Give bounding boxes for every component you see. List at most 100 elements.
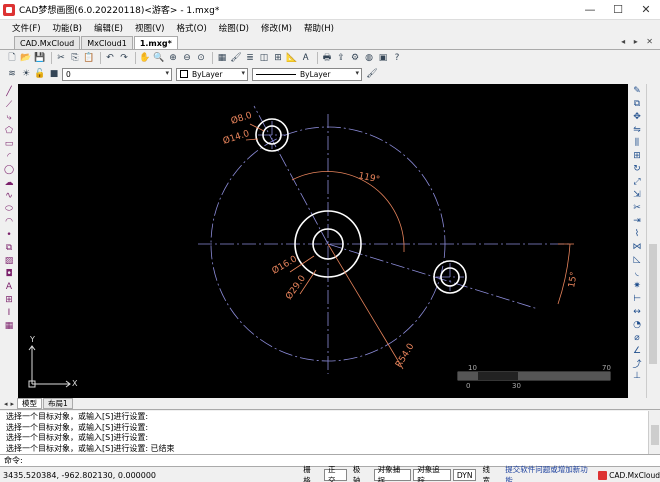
move-icon[interactable]: ✥ [631,112,643,123]
polygon-icon[interactable]: ⬠ [3,125,15,136]
pan-icon[interactable]: ✋ [139,52,151,64]
trim-icon[interactable]: ✂ [631,203,643,214]
tab-prev-icon[interactable]: ◂ [4,400,8,408]
leader-icon[interactable]: ⤴ [631,358,643,370]
new-file-icon[interactable]: 🗋 [6,52,18,64]
angle-dim-icon[interactable]: ∠ [631,345,643,356]
command-scrollbar[interactable] [648,411,660,454]
properties-icon[interactable]: ▦ [216,52,228,64]
chamfer-icon[interactable]: ◺ [631,254,643,265]
close-button[interactable]: ✕ [632,0,660,20]
ellipse-icon[interactable]: ⬭ [3,203,15,214]
scale-icon[interactable]: ⤢ [631,177,643,188]
region-icon[interactable]: ◘ [3,268,15,279]
layer-manager-icon[interactable]: ≋ [6,68,18,80]
zoom-prev-icon[interactable]: ⊖ [181,52,193,64]
menu-view[interactable]: 视图(V) [129,22,170,34]
image-icon[interactable]: ▣ [377,52,389,64]
block-icon[interactable]: ◫ [258,52,270,64]
point-icon[interactable]: • [3,229,15,240]
menu-help[interactable]: 帮助(H) [298,22,340,34]
zoom-window-icon[interactable]: ⊕ [167,52,179,64]
diameter-dim-icon[interactable]: ⌀ [631,332,643,343]
text-style-icon[interactable]: Ꭺ [300,52,312,64]
redo-icon[interactable]: ↷ [118,52,130,64]
minimize-button[interactable]: — [576,0,604,20]
drawing-svg[interactable]: Ø8.0 Ø14.0 119° Ø16.0 Ø29.0 R54.0 15° 10… [18,84,628,398]
measure-distance-icon[interactable]: ⊢ [631,293,643,304]
paste-icon[interactable]: 📋 [83,52,95,64]
export-icon[interactable]: ⇪ [335,52,347,64]
color-combobox[interactable]: ByLayer ▾ [176,67,248,81]
feedback-link[interactable]: 提交软件问题或增加新功能 [505,464,594,482]
doc-tab-cad-mxcloud[interactable]: CAD.MxCloud [14,36,81,49]
menu-function[interactable]: 功能(B) [47,22,88,34]
mirror-icon[interactable]: ⇋ [631,125,643,136]
measure-icon[interactable]: 📐 [286,52,298,64]
extend-icon[interactable]: ⇥ [631,216,643,227]
status-otrack-toggle[interactable]: 对象追踪 [413,465,451,482]
undo-icon[interactable]: ↶ [104,52,116,64]
text-icon[interactable]: A [3,281,15,292]
status-ortho-toggle[interactable]: 正交 [324,465,347,482]
break-icon[interactable]: ⌇ [631,228,643,239]
scrollbar-thumb[interactable] [651,425,659,445]
line-icon[interactable]: ╱ [3,86,15,97]
print-icon[interactable]: 🖶 [321,52,333,64]
open-folder-icon[interactable]: 📂 [20,52,32,64]
menu-edit[interactable]: 编辑(E) [88,22,129,34]
tab-model[interactable]: 模型 [17,398,43,409]
copy-icon[interactable]: ⎘ [69,52,81,64]
rotate-icon[interactable]: ↻ [631,164,643,175]
insert-icon[interactable]: ⊞ [272,52,284,64]
tab-layout1[interactable]: 布局1 [43,398,73,409]
radius-dim-icon[interactable]: ◔ [631,319,643,330]
zoom-extents-icon[interactable]: ⊙ [195,52,207,64]
layer-icon[interactable]: ≣ [244,52,256,64]
ordinate-icon[interactable]: ⊥ [631,371,643,382]
status-dyn-toggle[interactable]: DYN [452,469,477,481]
revision-cloud-icon[interactable]: ☁ [3,177,15,188]
settings-icon[interactable]: ⚙ [349,52,361,64]
status-grid-toggle[interactable]: 栅格 [299,465,322,482]
join-icon[interactable]: ⋈ [631,241,643,252]
linetype-combobox[interactable]: ByLayer ▾ [252,67,362,81]
layer-lock-icon[interactable]: 🔓 [34,68,46,80]
globe-icon[interactable]: ◍ [363,52,375,64]
help-icon[interactable]: ? [391,52,403,64]
maximize-button[interactable]: ☐ [604,0,632,20]
doc-tab-nav[interactable]: ◂ ▸ ✕ [621,37,656,46]
zoom-realtime-icon[interactable]: 🔍 [153,52,165,64]
match-properties-icon[interactable]: 🖌 [230,52,242,64]
paintbrush-icon[interactable]: 🖌 [366,68,378,80]
construction-line-icon[interactable]: ⟋ [3,99,15,110]
status-polar-toggle[interactable]: 极轴 [349,465,372,482]
array-icon[interactable]: ⊞ [631,151,643,162]
hatch-icon[interactable]: ▨ [3,255,15,266]
status-lineweight-toggle[interactable]: 线宽 [478,465,501,482]
erase-icon[interactable]: ✎ [631,86,643,97]
explode-icon[interactable]: ✷ [631,280,643,291]
menu-file[interactable]: 文件(F) [6,22,47,34]
menu-format[interactable]: 格式(O) [170,22,212,34]
scrollbar-thumb[interactable] [649,244,657,364]
arc-icon[interactable]: ◜ [3,151,15,162]
insert-block-icon[interactable]: ⧉ [3,242,15,253]
layer-combobox[interactable]: 0 ▾ [62,67,172,81]
spline-icon[interactable]: ∿ [3,190,15,201]
copy-object-icon[interactable]: ⧉ [631,99,643,110]
doc-tab-1-mxg[interactable]: 1.mxg* [133,36,178,49]
layer-color-icon[interactable]: ■ [48,68,60,80]
table-icon[interactable]: ⊞ [3,294,15,305]
layer-state-sun-icon[interactable]: ☀ [20,68,32,80]
doc-tab-mxcloud1[interactable]: MxCloud1 [81,36,133,49]
drawing-canvas[interactable]: Ø8.0 Ø14.0 119° Ø16.0 Ø29.0 R54.0 15° 10… [18,84,628,398]
rectangle-icon[interactable]: ▭ [3,138,15,149]
dimension-icon[interactable]: ↔ [631,306,643,317]
menu-modify[interactable]: 修改(M) [255,22,298,34]
status-osnap-toggle[interactable]: 对象捕捉 [373,465,412,482]
fillet-icon[interactable]: ◟ [631,267,643,278]
ellipse-arc-icon[interactable]: ◠ [3,216,15,227]
save-icon[interactable]: 💾 [34,52,46,64]
field-icon[interactable]: ▦ [3,320,15,331]
